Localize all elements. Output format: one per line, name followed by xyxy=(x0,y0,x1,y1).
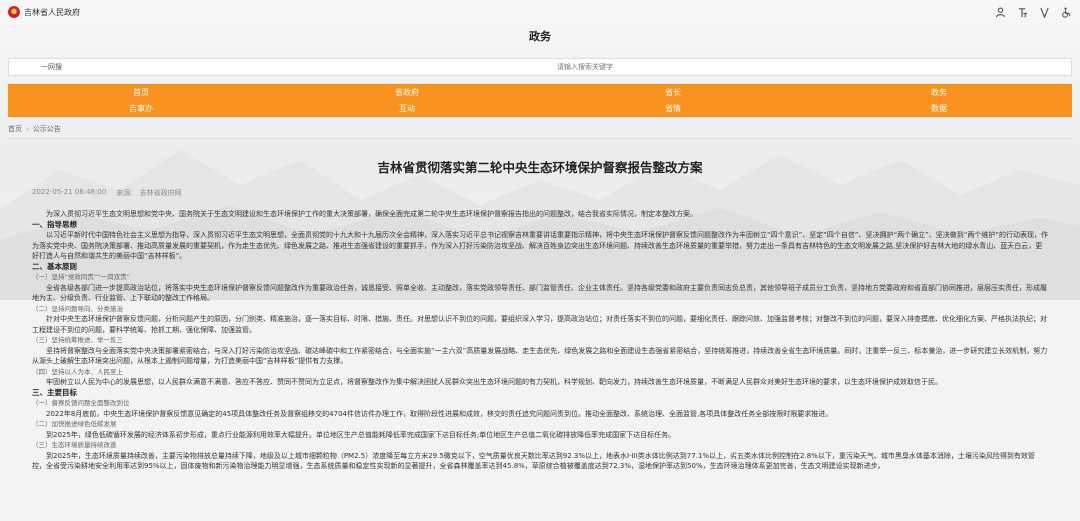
breadcrumb-current[interactable]: 公示公告 xyxy=(33,124,61,134)
article-source: 来源： 吉林省政府网 xyxy=(116,189,182,197)
site-name: 吉林省人民政府 xyxy=(24,7,80,17)
search-input[interactable] xyxy=(99,59,1071,75)
national-emblem-icon xyxy=(8,6,20,18)
goal-3-title: （三）生态环境质量持续改善 xyxy=(32,441,117,449)
goal-1-title: （一）督察反馈问题全面整改到位 xyxy=(32,399,130,407)
top-bar: 吉林省人民政府 xyxy=(0,0,1080,24)
goal-3-text: 到2025年，生态环境质量持续改善，主要污染物排放总量持续下降，地级及以上城市细… xyxy=(32,451,1035,471)
nav-item-provincial-government[interactable]: 省政府 xyxy=(274,84,540,101)
nav-item-services[interactable]: 吉事办 xyxy=(8,101,274,118)
accessibility-icon[interactable] xyxy=(1038,6,1050,18)
paragraph-guiding-ideology: 以习近平新时代中国特色社会主义思想为指导，深入贯彻习近平生态文明思想，全面贯彻党… xyxy=(32,231,1049,260)
principle-4-text: 牢固树立以人民为中心的发展思想，以人民群众满意不满意、答应不答应、赞同不赞同为立… xyxy=(46,378,942,386)
nav-item-government-affairs[interactable]: 政务 xyxy=(806,84,1072,101)
divider xyxy=(8,138,1072,139)
main-nav: 首页 省政府 省长 政务 吉事办 互动 省情 数据 xyxy=(8,84,1072,117)
nav-item-data[interactable]: 数据 xyxy=(806,101,1072,118)
article-body: 为深入贯彻习近平生态文明思想和党中央、国务院关于生态文明建设和生态环境保护工作的… xyxy=(32,209,1048,472)
article-date: 2022-05-21 06:46:00 xyxy=(32,188,107,196)
article-intro: 为深入贯彻习近平生态文明思想和党中央、国务院关于生态文明建设和生态环境保护工作的… xyxy=(46,210,697,218)
wheelchair-icon[interactable] xyxy=(1060,6,1072,18)
principle-1-text: 全省各级各部门进一步提高政治站位，将落实中央生态环境保护督察反馈问题整改作为重要… xyxy=(32,283,1047,303)
article: 吉林省贯彻落实第二轮中央生态环境保护督察报告整改方案 2022-05-21 06… xyxy=(0,159,1080,472)
principle-2-title: （二）坚持问题导向、分类施治 xyxy=(32,304,123,313)
article-title: 吉林省贯彻落实第二轮中央生态环境保护督察报告整改方案 xyxy=(377,160,703,175)
article-meta: 2022-05-21 06:46:00 来源： 吉林省政府网 xyxy=(32,188,1048,198)
principle-4-title: （四）坚持以人为本、人民至上 xyxy=(32,367,123,376)
search-scope-label: 一网搜 xyxy=(41,63,62,71)
section-heading-basic-principles: 二、基本原则 xyxy=(32,261,77,271)
breadcrumb-separator-icon: › xyxy=(26,125,29,133)
nav-item-home[interactable]: 首页 xyxy=(8,84,274,101)
search-bar: 一网搜 xyxy=(8,58,1072,76)
breadcrumb-home[interactable]: 首页 xyxy=(8,124,22,134)
goal-1-text: 2022年8月底前，中央生态环境保护督察反馈意见确定的45项具体整改任务及督察组… xyxy=(46,409,833,418)
search-scope-select[interactable]: 一网搜 xyxy=(9,59,99,75)
breadcrumb: 首页 › 公示公告 xyxy=(8,124,1072,134)
principle-1-title: （一）坚持“党政同责”“一岗双责” xyxy=(32,273,130,281)
goal-2-text: 到2025年，绿色低碳循环发展的经济体系初步形成，重点行业能源利用效率大幅提升。… xyxy=(46,430,676,439)
section-heading-main-goals: 三、主要目标 xyxy=(32,387,77,397)
font-size-icon[interactable] xyxy=(1016,6,1028,18)
nav-item-interaction[interactable]: 互动 xyxy=(274,101,540,118)
goal-2-title: （二）加快推进绿色低碳发展 xyxy=(32,420,117,428)
principle-3-title: （三）坚持统筹推进、举一反三 xyxy=(32,336,123,344)
nav-item-province-info[interactable]: 省情 xyxy=(540,101,806,118)
principle-3-text: 坚持将督察整改与全面落实党中央决策部署紧密结合，与深入打好污染防治攻坚战、碳达峰… xyxy=(32,346,1048,366)
section-heading-guiding-ideology: 一、指导思想 xyxy=(32,219,77,229)
top-tools xyxy=(994,6,1072,18)
principle-2-text: 针对中央生态环境保护督察反馈问题，分析问题产生的原因，分门别类、精准施治，逐一落… xyxy=(32,315,1047,334)
nav-item-governor[interactable]: 省长 xyxy=(540,84,806,101)
person-icon[interactable] xyxy=(994,6,1006,18)
section-title: 政务 xyxy=(529,30,551,43)
site-brand[interactable]: 吉林省人民政府 xyxy=(8,6,80,18)
